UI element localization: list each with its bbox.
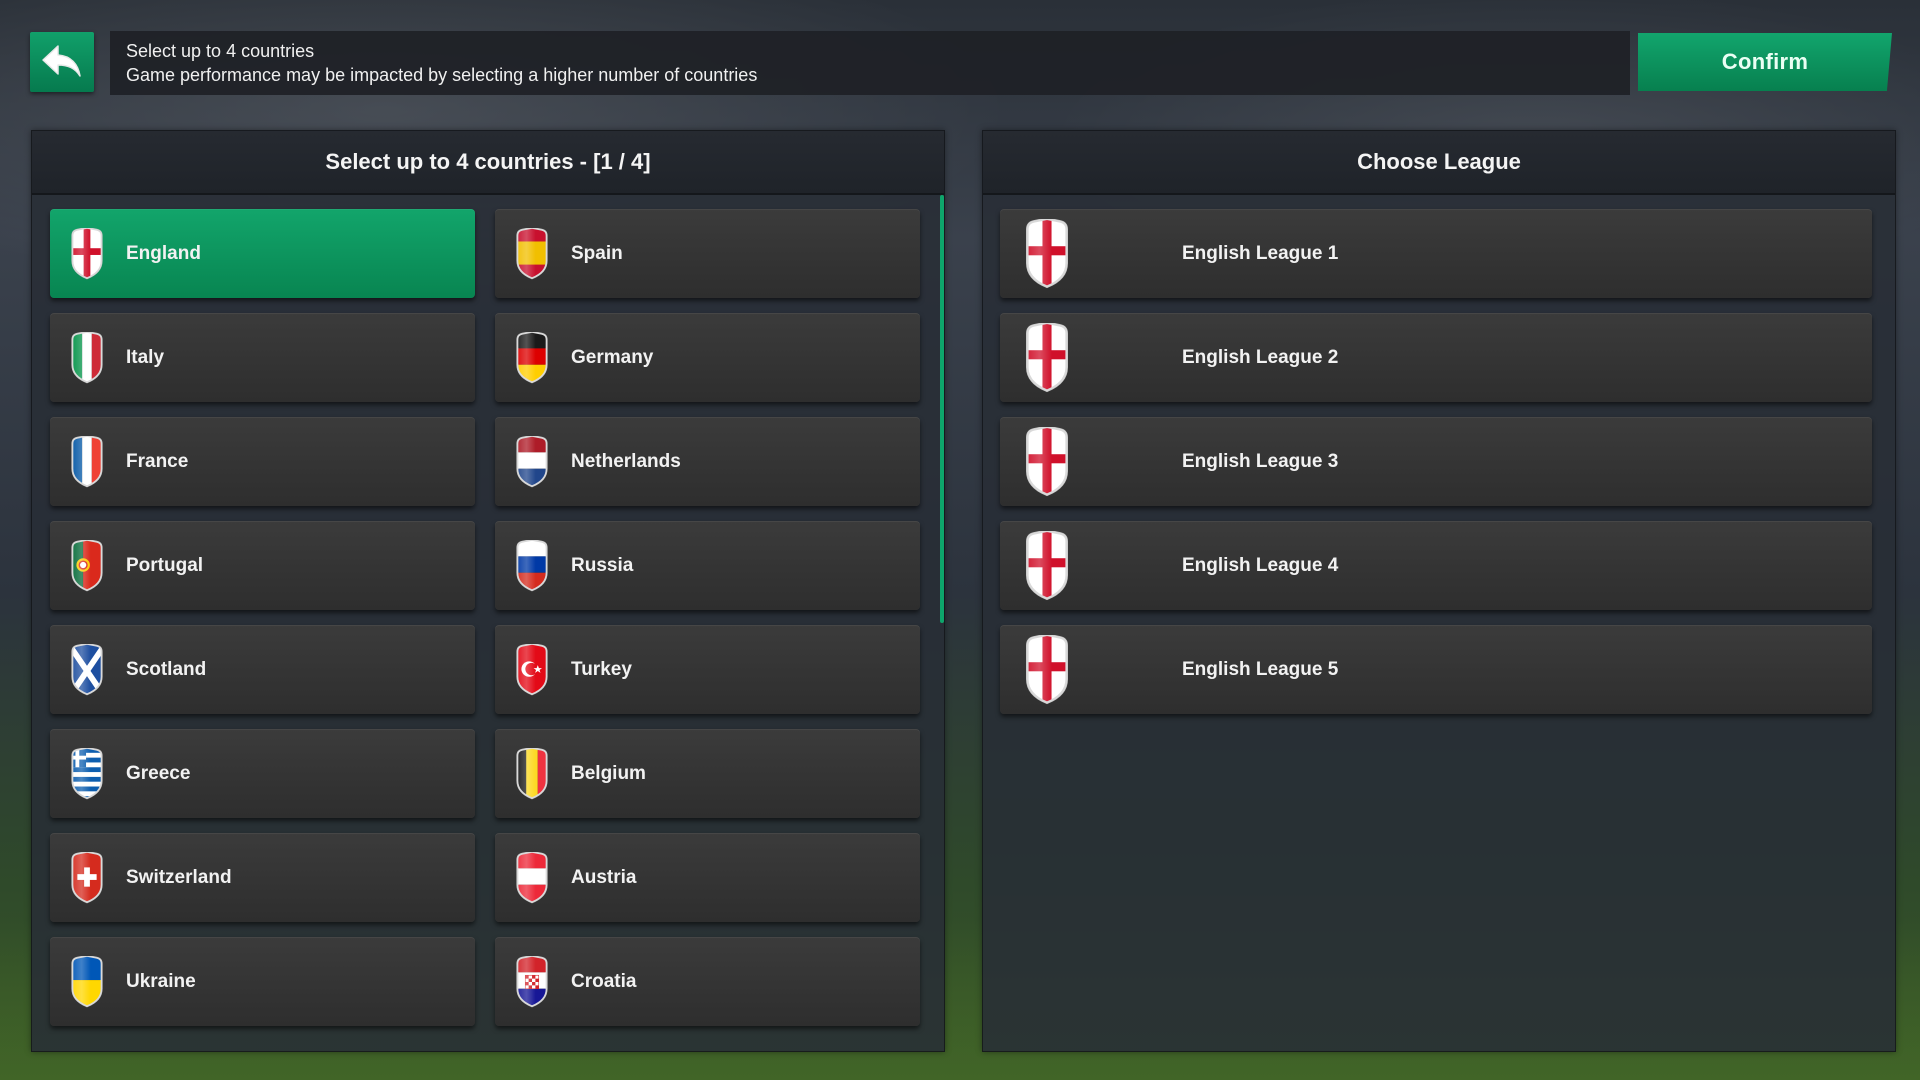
league-panel: Choose League English League 1 English Le… <box>982 130 1896 1052</box>
belgium-flag-icon <box>513 746 551 800</box>
league-list: English League 1 English League 2 English … <box>1000 209 1872 714</box>
scotland-flag-icon <box>68 642 106 696</box>
italy-flag-icon <box>68 330 106 384</box>
league-label: English League 5 <box>1182 658 1339 680</box>
country-label: Spain <box>571 242 623 264</box>
country-button-turkey[interactable]: Turkey <box>495 625 920 714</box>
league-label: English League 1 <box>1182 242 1339 264</box>
country-label: Greece <box>126 762 191 784</box>
league-label: English League 3 <box>1182 450 1339 472</box>
greece-flag-icon <box>68 746 106 800</box>
league-label: English League 4 <box>1182 554 1339 576</box>
spain-flag-icon <box>513 226 551 280</box>
country-label: England <box>126 242 201 264</box>
country-button-netherlands[interactable]: Netherlands <box>495 417 920 506</box>
france-flag-icon <box>68 434 106 488</box>
league-button-1[interactable]: English League 1 <box>1000 209 1872 298</box>
league-button-2[interactable]: English League 2 <box>1000 313 1872 402</box>
country-label: Switzerland <box>126 866 232 888</box>
country-label: Netherlands <box>571 450 681 472</box>
league-button-4[interactable]: English League 4 <box>1000 521 1872 610</box>
country-button-croatia[interactable]: Croatia <box>495 937 920 1026</box>
england-flag-icon <box>1022 528 1072 601</box>
country-label: Italy <box>126 346 165 368</box>
country-button-austria[interactable]: Austria <box>495 833 920 922</box>
league-button-3[interactable]: English League 3 <box>1000 417 1872 506</box>
country-button-russia[interactable]: Russia <box>495 521 920 610</box>
england-flag-icon <box>1022 632 1072 705</box>
info-bar: Select up to 4 countries Game performanc… <box>110 31 1630 95</box>
switzerland-flag-icon <box>68 850 106 904</box>
ukraine-flag-icon <box>68 954 106 1008</box>
country-label: Croatia <box>571 970 637 992</box>
league-panel-title: Choose League <box>983 131 1895 195</box>
country-grid: England Spain Italy Germany France Netherland… <box>50 209 920 1026</box>
england-flag-icon <box>1022 216 1072 289</box>
russia-flag-icon <box>513 538 551 592</box>
country-label: Austria <box>571 866 637 888</box>
country-label: France <box>126 450 189 472</box>
country-button-france[interactable]: France <box>50 417 475 506</box>
country-label: Germany <box>571 346 654 368</box>
germany-flag-icon <box>513 330 551 384</box>
netherlands-flag-icon <box>513 434 551 488</box>
austria-flag-icon <box>513 850 551 904</box>
country-button-spain[interactable]: Spain <box>495 209 920 298</box>
league-button-5[interactable]: English League 5 <box>1000 625 1872 714</box>
country-label: Belgium <box>571 762 646 784</box>
portugal-flag-icon <box>68 538 106 592</box>
countries-panel: Select up to 4 countries - [1 / 4] Engla… <box>31 130 945 1052</box>
country-button-scotland[interactable]: Scotland <box>50 625 475 714</box>
back-arrow-icon <box>42 45 81 77</box>
countries-scrollbar[interactable] <box>940 195 944 623</box>
country-label: Russia <box>571 554 634 576</box>
info-line-limit: Select up to 4 countries <box>126 41 315 61</box>
turkey-flag-icon <box>513 642 551 696</box>
england-flag-icon <box>68 226 106 280</box>
country-button-italy[interactable]: Italy <box>50 313 475 402</box>
england-flag-icon <box>1022 424 1072 497</box>
country-button-switzerland[interactable]: Switzerland <box>50 833 475 922</box>
countries-panel-title: Select up to 4 countries - [1 / 4] <box>32 131 944 195</box>
country-button-greece[interactable]: Greece <box>50 729 475 818</box>
league-label: English League 2 <box>1182 346 1339 368</box>
croatia-flag-icon <box>513 954 551 1008</box>
confirm-button[interactable]: Confirm <box>1638 33 1892 91</box>
back-button[interactable] <box>30 32 94 92</box>
country-label: Portugal <box>126 554 204 576</box>
country-label: Turkey <box>571 658 632 680</box>
country-label: Scotland <box>126 658 207 680</box>
info-line-performance: Game performance may be impacted by sele… <box>126 65 758 85</box>
country-button-ukraine[interactable]: Ukraine <box>50 937 475 1026</box>
country-label: Ukraine <box>126 970 196 992</box>
country-button-england[interactable]: England <box>50 209 475 298</box>
country-button-belgium[interactable]: Belgium <box>495 729 920 818</box>
country-button-portugal[interactable]: Portugal <box>50 521 475 610</box>
england-flag-icon <box>1022 320 1072 393</box>
country-button-germany[interactable]: Germany <box>495 313 920 402</box>
